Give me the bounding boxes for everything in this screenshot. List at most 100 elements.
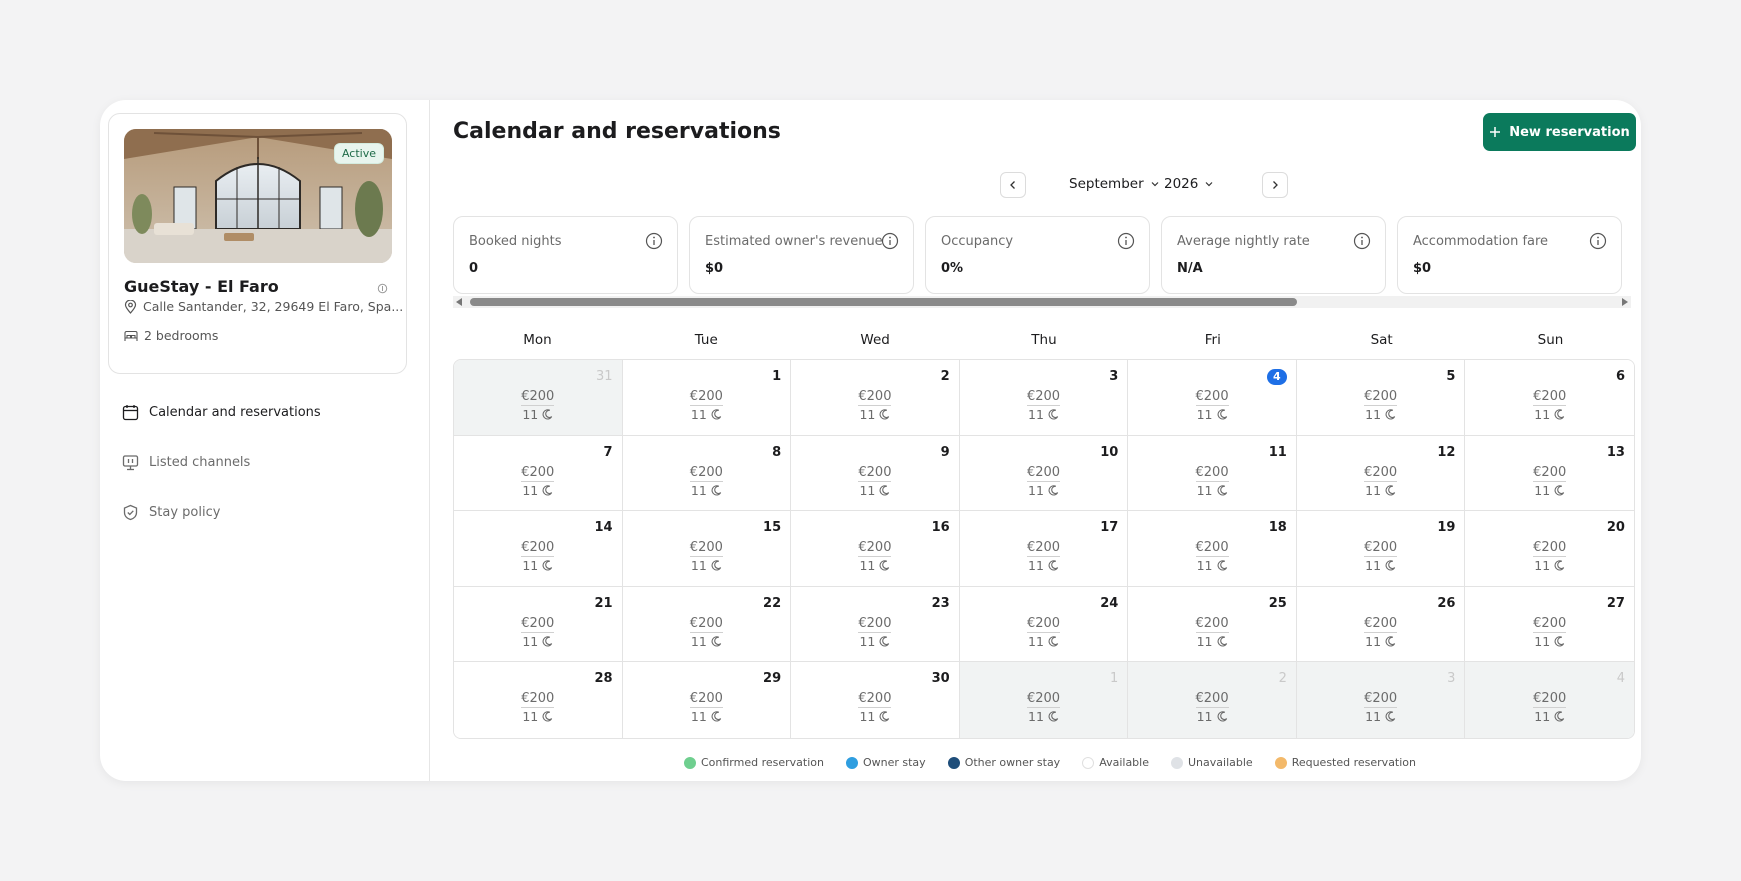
sidebar-item-stay-policy[interactable]: Stay policy — [122, 500, 321, 524]
year-select[interactable]: 2026 — [1164, 176, 1214, 192]
day-price: €200 — [623, 691, 791, 709]
min-nights-value: 11 — [1365, 482, 1382, 498]
moon-icon — [879, 560, 890, 571]
new-reservation-label: New reservation — [1509, 124, 1630, 140]
calendar-day-cell[interactable]: 3 €200 11 — [959, 360, 1129, 436]
calendar-day-cell[interactable]: 4 €200 11 — [1465, 662, 1634, 738]
calendar-day-cell[interactable]: 18 €200 11 — [1128, 511, 1297, 587]
day-min-nights: 11 — [1297, 558, 1465, 573]
moon-icon — [1554, 636, 1565, 647]
day-number: 14 — [594, 520, 613, 536]
calendar-day-cell[interactable]: 16 €200 11 — [791, 511, 960, 587]
calendar-day-cell[interactable]: 25 €200 11 — [1128, 586, 1297, 663]
calendar-day-cell[interactable]: 3 €200 11 — [1296, 662, 1466, 738]
calendar-day-cell[interactable]: 21 €200 11 — [454, 586, 623, 663]
stats-row: Booked nights 0 Estimated owner's revenu… — [453, 216, 1631, 295]
day-number: 26 — [1437, 595, 1456, 611]
scroll-left-arrow-icon[interactable] — [456, 298, 462, 306]
moon-icon — [542, 409, 553, 420]
month-select[interactable]: September — [1069, 176, 1160, 192]
calendar-day-cell[interactable]: 4 €200 11 — [1128, 360, 1297, 436]
day-price: €200 — [960, 691, 1128, 709]
day-min-nights: 11 — [1128, 709, 1296, 724]
stats-horizontal-scrollbar[interactable] — [453, 296, 1631, 308]
min-nights-value: 11 — [690, 633, 707, 649]
calendar-day-cell[interactable]: 9 €200 11 — [791, 435, 960, 512]
scroll-right-arrow-icon[interactable] — [1622, 298, 1628, 306]
min-nights-value: 11 — [1365, 709, 1382, 725]
day-number: 2 — [940, 369, 950, 384]
calendar-day-cell[interactable]: 10 €200 11 — [959, 435, 1129, 512]
new-reservation-button[interactable]: New reservation — [1483, 113, 1636, 151]
calendar-day-cell[interactable]: 2 €200 11 — [1128, 662, 1297, 738]
calendar-day-cell[interactable]: 1 €200 11 — [622, 360, 792, 436]
calendar-day-cell[interactable]: 24 €200 11 — [959, 586, 1129, 663]
day-price-value: €200 — [1364, 464, 1398, 482]
calendar-day-cell[interactable]: 2 €200 11 — [791, 360, 960, 436]
min-nights-value: 11 — [690, 482, 707, 498]
calendar-day-cell[interactable]: 23 €200 11 — [791, 586, 960, 663]
day-price-value: €200 — [1364, 540, 1398, 558]
day-number: 31 — [596, 369, 613, 384]
calendar-day-cell[interactable]: 5 €200 11 — [1296, 360, 1466, 436]
day-price-value: €200 — [1026, 540, 1061, 558]
calendar-day-cell[interactable]: 28 €200 11 — [454, 662, 623, 738]
calendar-day-cell[interactable]: 30 €200 11 — [791, 662, 960, 738]
calendar-day-cell[interactable]: 17 €200 11 — [959, 511, 1129, 587]
calendar-day-cell[interactable]: 20 €200 11 — [1465, 511, 1634, 587]
calendar-day-cell[interactable]: 7 €200 11 — [454, 435, 623, 512]
day-price: €200 — [791, 691, 959, 709]
calendar-day-cell[interactable]: 19 €200 11 — [1296, 511, 1466, 587]
stat-label: Occupancy — [941, 234, 1014, 249]
moon-icon — [711, 484, 721, 496]
day-price: €200 — [1465, 464, 1634, 482]
day-number: 21 — [594, 595, 613, 611]
legend-item: Available — [1082, 756, 1149, 769]
info-icon[interactable] — [1589, 232, 1607, 250]
min-nights-value: 11 — [1028, 482, 1044, 498]
calendar-day-cell[interactable]: 8 €200 11 — [622, 435, 792, 512]
info-icon[interactable] — [645, 232, 663, 250]
day-price-value: €200 — [1195, 464, 1229, 482]
scrollbar-thumb[interactable] — [470, 298, 1297, 306]
calendar-day-cell[interactable]: 13 €200 11 — [1465, 435, 1634, 512]
info-icon[interactable] — [1117, 232, 1135, 250]
day-min-nights: 11 — [1465, 558, 1634, 573]
day-price-value: €200 — [1026, 464, 1061, 482]
sidebar-item-calendar[interactable]: Calendar and reservations — [122, 400, 321, 424]
sidebar-item-listed-channels[interactable]: Listed channels — [122, 450, 321, 474]
min-nights-value: 11 — [690, 558, 707, 574]
info-icon[interactable] — [1353, 232, 1371, 250]
calendar-day-cell[interactable]: 22 €200 11 — [622, 586, 792, 663]
calendar-day-cell[interactable]: 12 €200 11 — [1296, 435, 1466, 512]
location-pin-icon — [124, 299, 137, 314]
day-price: €200 — [454, 464, 622, 482]
day-number: 30 — [931, 671, 950, 687]
calendar-day-cell[interactable]: 31 €200 11 — [454, 360, 623, 436]
calendar-day-cell[interactable]: 26 €200 11 — [1296, 586, 1466, 663]
info-icon[interactable] — [881, 232, 899, 250]
day-price-value: €200 — [1533, 540, 1567, 558]
stat-card-estimated-revenue: Estimated owner's revenue $0 — [689, 216, 914, 294]
sidebar-item-label: Calendar and reservations — [149, 404, 321, 420]
calendar-day-cell[interactable]: 15 €200 11 — [622, 511, 792, 587]
day-min-nights: 11 — [1128, 407, 1296, 422]
shield-check-icon — [123, 504, 138, 520]
calendar-day-cell[interactable]: 14 €200 11 — [454, 511, 623, 587]
next-month-button[interactable] — [1262, 172, 1288, 198]
day-price-value: €200 — [1195, 389, 1229, 406]
calendar-day-cell[interactable]: 29 €200 11 — [622, 662, 792, 738]
prev-month-button[interactable] — [1000, 172, 1026, 198]
calendar-day-cell[interactable]: 6 €200 11 — [1465, 360, 1634, 436]
calendar-day-cell[interactable]: 11 €200 11 — [1128, 435, 1297, 512]
stat-value: 0% — [941, 261, 964, 276]
day-number: 19 — [1437, 520, 1456, 536]
day-min-nights: 11 — [1465, 634, 1634, 649]
day-min-nights: 11 — [454, 634, 622, 649]
day-price: €200 — [1297, 389, 1465, 406]
property-card[interactable]: Active GueStay - El Faro Calle Santander… — [108, 113, 407, 374]
calendar-day-cell[interactable]: 1 €200 11 — [959, 662, 1129, 738]
day-number: 29 — [763, 671, 782, 687]
day-price: €200 — [454, 540, 622, 558]
calendar-day-cell[interactable]: 27 €200 11 — [1465, 586, 1634, 663]
